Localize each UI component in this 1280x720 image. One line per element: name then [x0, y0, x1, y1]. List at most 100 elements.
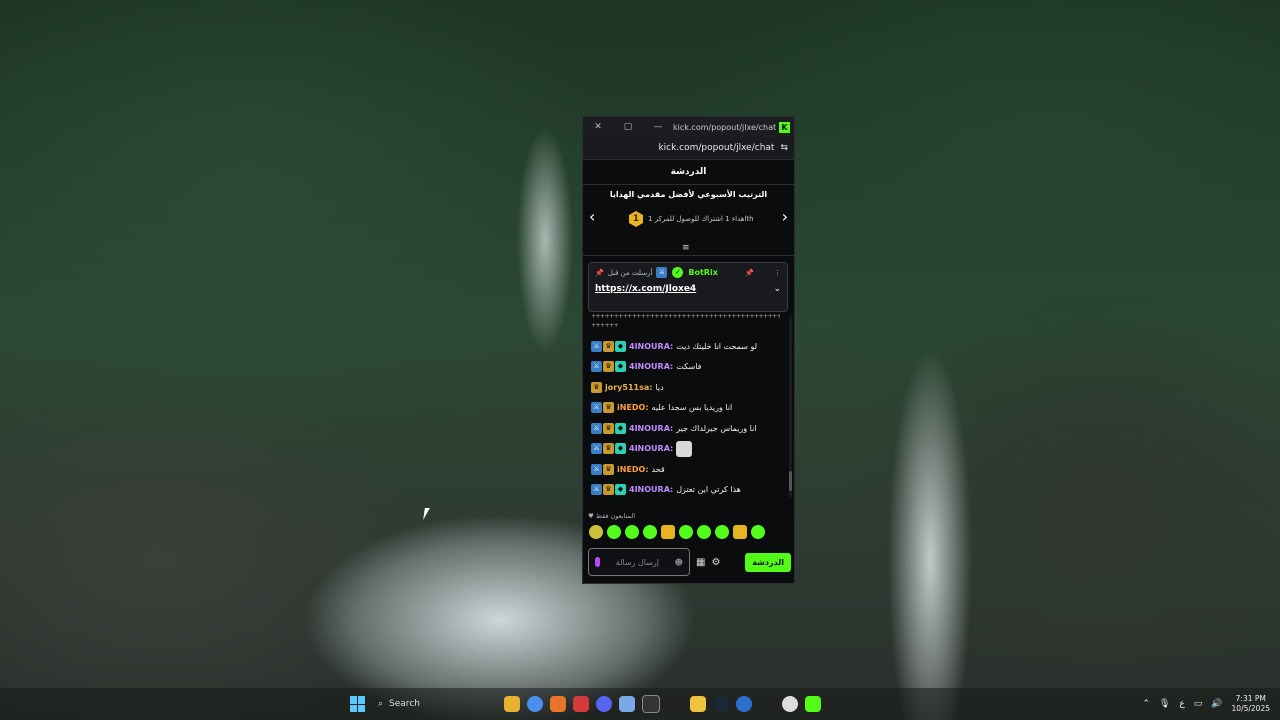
crown-badge-icon: ♛ — [603, 340, 614, 352]
app-icon[interactable] — [667, 696, 683, 712]
chevron-left-icon[interactable]: ‹ — [589, 207, 595, 226]
input-placeholder: إرسال رسالة — [615, 557, 659, 567]
kick-app-icon[interactable] — [805, 696, 821, 712]
emote-icon[interactable] — [607, 525, 621, 539]
moderator-badge-icon: ⚔ — [591, 422, 602, 434]
minimize-button[interactable]: — — [643, 122, 673, 132]
chat-input-bar: إرسال رسالة ☻ ▦ ⚙ الدردشة — [588, 547, 791, 577]
message-username[interactable]: 4INOURA: — [629, 342, 673, 351]
steam-icon[interactable] — [713, 696, 729, 712]
app-icon[interactable] — [619, 696, 635, 712]
more-options-icon[interactable]: ⋮ — [774, 269, 781, 277]
emote-icon[interactable] — [733, 525, 747, 539]
pinned-link[interactable]: https://x.com/Jloxe4 — [595, 284, 696, 294]
search-icon: ⌕ — [378, 699, 384, 709]
chrome-icon[interactable] — [527, 696, 543, 712]
gear-icon[interactable]: ⚙ — [711, 557, 720, 568]
language-indicator[interactable]: ع — [1179, 699, 1184, 709]
message-username[interactable]: 4INOURA: — [629, 444, 673, 453]
message-username[interactable]: 4INOURA: — [629, 485, 673, 494]
epic-games-icon[interactable] — [759, 696, 775, 712]
chat-header: الدردشة — [583, 160, 794, 185]
file-explorer-icon[interactable] — [504, 696, 520, 712]
discord-icon[interactable] — [596, 696, 612, 712]
emote-icon[interactable] — [625, 525, 639, 539]
chat-message: ⚔ ♛ ◆ 4INOURA: انا وريماس جيرلداك جير — [591, 418, 780, 439]
crown-badge-icon: ♛ — [603, 402, 614, 414]
moderator-badge-icon: ⚔ — [591, 340, 602, 352]
emote-icon[interactable] — [697, 525, 711, 539]
message-username[interactable]: 4INOURA: — [629, 362, 673, 371]
app-icon[interactable] — [782, 696, 798, 712]
system-tray: ⌃ 🎙 ع ▭ 🔊 7:31 PM 10/5/2025 — [1142, 694, 1270, 714]
crown-badge-icon: ♛ — [603, 422, 614, 434]
store-icon[interactable]: ▦ — [696, 557, 705, 568]
subscriber-badge-icon: ◆ — [615, 422, 626, 434]
emote-icon[interactable] — [643, 525, 657, 539]
pinned-message: 📌 أرسلت من قبل ⚔ ✓ BotRix 📌 ⋮ https://x.… — [588, 262, 788, 312]
emote-icon[interactable] — [679, 525, 693, 539]
emote-icon[interactable] — [589, 525, 603, 539]
message-username[interactable]: 4INOURA: — [629, 424, 673, 433]
crown-badge-icon: ♛ — [591, 381, 602, 393]
network-icon[interactable]: ▭ — [1194, 699, 1203, 709]
window-titlebar: ✕ ▢ — kick.com/popout/jlxe/chat ... K — [583, 117, 794, 137]
app-icon[interactable] — [690, 696, 706, 712]
app-icon[interactable] — [573, 696, 589, 712]
send-chat-button[interactable]: الدردشة — [745, 552, 791, 572]
chevron-up-icon[interactable]: ⌃ — [1142, 699, 1150, 709]
microphone-tray-icon[interactable]: 🎙 — [1159, 699, 1170, 709]
taskbar-clock[interactable]: 7:31 PM 10/5/2025 — [1232, 694, 1270, 714]
message-username[interactable]: jory511sa: — [605, 383, 652, 392]
emote-icon[interactable] — [751, 525, 765, 539]
collapse-icon[interactable]: ≡ — [682, 243, 690, 253]
app-icon[interactable] — [550, 696, 566, 712]
leaderboard-panel: الترتيب الأسبوعي لأفضل مقدمي الهدايا ‹ ›… — [583, 185, 794, 256]
windows-start-icon[interactable] — [350, 696, 366, 712]
emote-icon[interactable] — [715, 525, 729, 539]
chevron-right-icon[interactable]: › — [782, 207, 788, 226]
address-bar[interactable]: kick.com/popout/jlxe/chat ⇆ — [583, 137, 794, 160]
leaderboard-title: الترتيب الأسبوعي لأفضل مقدمي الهدايا — [609, 190, 768, 199]
chat-message: ⚔ ♛ ◆ 4INOURA: — [591, 439, 780, 460]
verified-badge-icon: ✓ — [672, 267, 684, 278]
message-text: فاسكت — [676, 362, 702, 372]
crown-badge-icon: ♛ — [603, 463, 614, 475]
quick-emotes-bar — [589, 525, 765, 539]
message-username[interactable]: iNEDO: — [617, 465, 649, 474]
app-icon[interactable] — [736, 696, 752, 712]
chat-message-input[interactable]: إرسال رسالة ☻ — [588, 548, 690, 576]
chat-scrollbar[interactable] — [789, 317, 792, 497]
chevron-down-icon[interactable]: ⌄ — [773, 284, 781, 294]
taskbar-search[interactable]: ⌕ Search — [374, 693, 496, 715]
rank-badge-icon: 1 — [629, 211, 643, 227]
taskbar: ⌕ Search ⌃ 🎙 ع ▭ 🔊 7:31 PM 10/5/2025 — [0, 688, 1280, 720]
subscriber-badge-icon: ◆ — [615, 361, 626, 373]
chat-mode-text: المتابعون فقط — [595, 512, 636, 520]
maximize-button[interactable]: ▢ — [613, 122, 643, 132]
close-button[interactable]: ✕ — [583, 122, 613, 132]
moderator-badge-icon: ⚔ — [591, 361, 602, 373]
chat-popout-window: ✕ ▢ — kick.com/popout/jlxe/chat ... K ki… — [582, 116, 795, 584]
moderator-badge-icon: ⚔ — [656, 267, 668, 278]
pinned-sender[interactable]: BotRix — [688, 268, 717, 277]
crown-badge-icon: ♛ — [603, 443, 614, 455]
message-separator: ++++++ — [591, 322, 619, 329]
emote-icon[interactable] — [661, 525, 675, 539]
heart-icon: ♥ — [588, 512, 594, 520]
crown-badge-icon: ♛ — [603, 361, 614, 373]
rank-text: اهداء 1 اشتراك للوصول للمركز 1th — [648, 215, 754, 223]
site-settings-icon[interactable]: ⇆ — [780, 143, 788, 153]
crown-badge-icon: ♛ — [603, 484, 614, 496]
unpin-icon[interactable]: 📌 — [745, 269, 754, 277]
kick-logo-icon: K — [779, 121, 790, 133]
address-url: kick.com/popout/jlxe/chat — [658, 143, 775, 153]
volume-icon[interactable]: 🔊 — [1211, 699, 1222, 709]
scroll-thumb[interactable] — [789, 471, 792, 491]
pin-icon: 📌 — [595, 268, 604, 277]
capcut-icon[interactable] — [642, 695, 660, 713]
microphone-icon[interactable] — [595, 557, 600, 567]
message-username[interactable]: iNEDO: — [617, 403, 649, 412]
message-text: هذا كرتي اين تعتزل — [676, 485, 741, 495]
emoji-icon[interactable]: ☻ — [675, 558, 683, 567]
